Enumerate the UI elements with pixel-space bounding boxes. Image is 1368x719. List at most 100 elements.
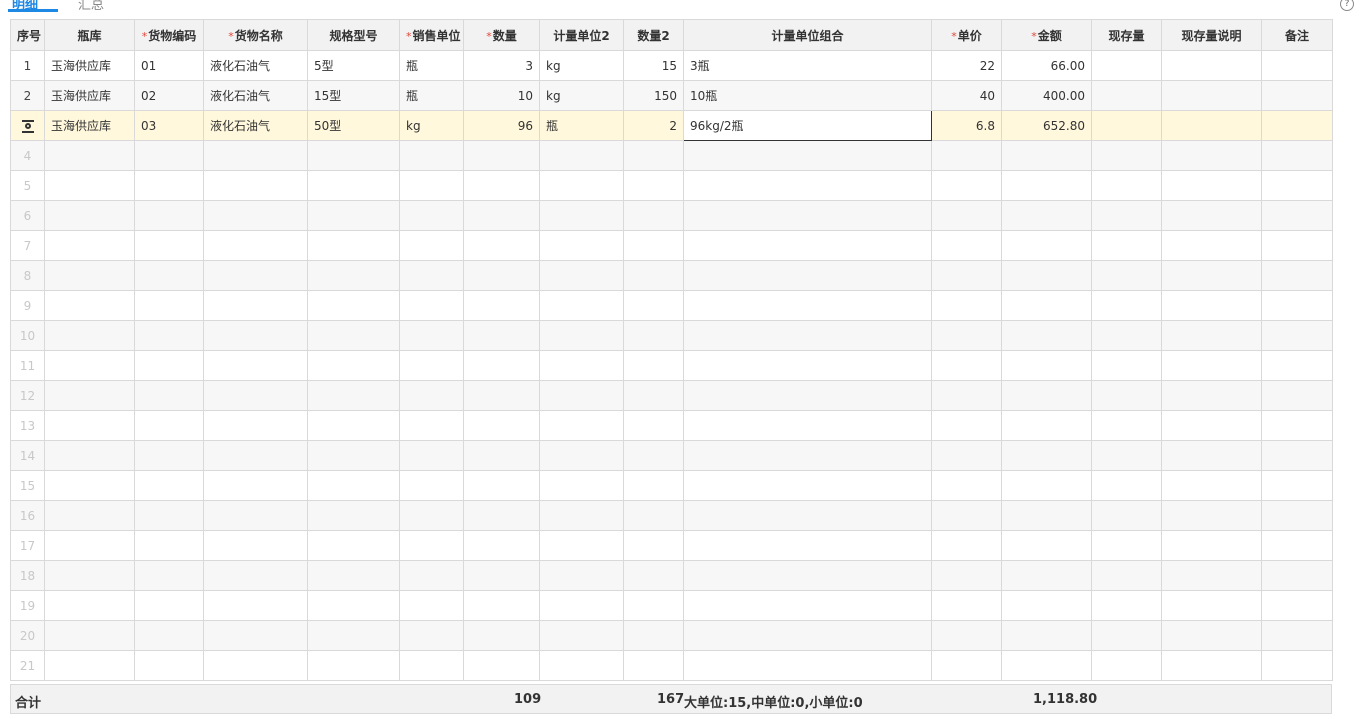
column-header[interactable]: 计量单位组合 bbox=[683, 19, 932, 51]
empty-cell[interactable] bbox=[1001, 140, 1092, 171]
empty-cell[interactable] bbox=[399, 650, 464, 681]
empty-cell[interactable] bbox=[463, 500, 540, 531]
cell-qty2[interactable]: 15 bbox=[623, 50, 684, 81]
empty-cell[interactable] bbox=[1091, 260, 1162, 291]
empty-cell[interactable] bbox=[463, 230, 540, 261]
empty-cell[interactable] bbox=[623, 320, 684, 351]
empty-cell[interactable] bbox=[1091, 470, 1162, 501]
empty-cell[interactable] bbox=[683, 380, 932, 411]
column-header[interactable]: *销售单位 bbox=[399, 19, 464, 51]
empty-cell[interactable] bbox=[1161, 530, 1262, 561]
empty-cell[interactable] bbox=[1261, 230, 1333, 261]
empty-cell[interactable] bbox=[1091, 140, 1162, 171]
cell-name[interactable]: 液化石油气 bbox=[203, 80, 308, 111]
cell-warehouse[interactable]: 玉海供应库 bbox=[44, 110, 135, 141]
empty-cell[interactable] bbox=[1261, 320, 1333, 351]
empty-cell[interactable] bbox=[463, 380, 540, 411]
column-header[interactable]: 规格型号 bbox=[307, 19, 400, 51]
empty-cell[interactable] bbox=[1161, 470, 1262, 501]
lightbulb-icon[interactable]: ? bbox=[1340, 0, 1354, 11]
empty-cell[interactable] bbox=[463, 470, 540, 501]
empty-cell[interactable] bbox=[623, 470, 684, 501]
empty-cell[interactable] bbox=[1001, 500, 1092, 531]
column-header[interactable]: 瓶库 bbox=[44, 19, 135, 51]
empty-cell[interactable] bbox=[1261, 470, 1333, 501]
empty-cell[interactable] bbox=[1001, 230, 1092, 261]
empty-cell[interactable] bbox=[1261, 170, 1333, 201]
empty-cell[interactable] bbox=[623, 170, 684, 201]
empty-cell[interactable] bbox=[203, 500, 308, 531]
empty-cell[interactable] bbox=[307, 380, 400, 411]
empty-cell[interactable] bbox=[683, 140, 932, 171]
table-row[interactable]: 20 bbox=[10, 620, 1333, 651]
cell-spec[interactable]: 50型 bbox=[307, 110, 400, 141]
empty-cell[interactable] bbox=[134, 410, 204, 441]
empty-cell[interactable] bbox=[463, 410, 540, 441]
cell-stock[interactable] bbox=[1091, 110, 1162, 141]
empty-cell[interactable] bbox=[931, 200, 1002, 231]
empty-cell[interactable] bbox=[539, 650, 624, 681]
cell-qty2[interactable]: 150 bbox=[623, 80, 684, 111]
cell-remark[interactable] bbox=[1261, 50, 1333, 81]
empty-cell[interactable] bbox=[399, 620, 464, 651]
empty-cell[interactable] bbox=[623, 500, 684, 531]
empty-cell[interactable] bbox=[399, 170, 464, 201]
empty-cell[interactable] bbox=[307, 650, 400, 681]
empty-cell[interactable] bbox=[399, 260, 464, 291]
empty-cell[interactable] bbox=[44, 650, 135, 681]
cell-code[interactable]: 01 bbox=[134, 50, 204, 81]
empty-cell[interactable] bbox=[203, 440, 308, 471]
empty-cell[interactable] bbox=[399, 530, 464, 561]
cell-amount[interactable]: 652.80 bbox=[1001, 110, 1092, 141]
empty-cell[interactable] bbox=[931, 350, 1002, 381]
empty-cell[interactable] bbox=[1001, 440, 1092, 471]
empty-cell[interactable] bbox=[203, 350, 308, 381]
table-row[interactable]: 9 bbox=[10, 290, 1333, 321]
empty-cell[interactable] bbox=[683, 320, 932, 351]
empty-cell[interactable] bbox=[931, 650, 1002, 681]
cell-stock-note[interactable] bbox=[1161, 50, 1262, 81]
empty-cell[interactable] bbox=[1091, 290, 1162, 321]
table-row[interactable]: 14 bbox=[10, 440, 1333, 471]
empty-cell[interactable] bbox=[44, 230, 135, 261]
empty-cell[interactable] bbox=[463, 620, 540, 651]
empty-cell[interactable] bbox=[44, 350, 135, 381]
table-row[interactable]: 12 bbox=[10, 380, 1333, 411]
empty-cell[interactable] bbox=[683, 230, 932, 261]
empty-cell[interactable] bbox=[307, 350, 400, 381]
empty-cell[interactable] bbox=[307, 320, 400, 351]
empty-cell[interactable] bbox=[463, 290, 540, 321]
empty-cell[interactable] bbox=[307, 200, 400, 231]
empty-cell[interactable] bbox=[203, 530, 308, 561]
empty-cell[interactable] bbox=[134, 650, 204, 681]
column-header[interactable]: *数量 bbox=[463, 19, 540, 51]
empty-cell[interactable] bbox=[623, 620, 684, 651]
cell-remark[interactable] bbox=[1261, 80, 1333, 111]
empty-cell[interactable] bbox=[1161, 230, 1262, 261]
empty-cell[interactable] bbox=[539, 320, 624, 351]
empty-cell[interactable] bbox=[539, 500, 624, 531]
empty-cell[interactable] bbox=[463, 560, 540, 591]
empty-cell[interactable] bbox=[1161, 590, 1262, 621]
table-row[interactable]: 4 bbox=[10, 140, 1333, 171]
empty-cell[interactable] bbox=[1091, 380, 1162, 411]
empty-cell[interactable] bbox=[307, 440, 400, 471]
empty-cell[interactable] bbox=[683, 260, 932, 291]
empty-cell[interactable] bbox=[307, 620, 400, 651]
cell-combo[interactable]: 10瓶 bbox=[683, 80, 932, 111]
empty-cell[interactable] bbox=[44, 290, 135, 321]
cell-warehouse[interactable]: 玉海供应库 bbox=[44, 80, 135, 111]
empty-cell[interactable] bbox=[1161, 440, 1262, 471]
empty-cell[interactable] bbox=[539, 350, 624, 381]
empty-cell[interactable] bbox=[1091, 170, 1162, 201]
empty-cell[interactable] bbox=[683, 200, 932, 231]
cell-price[interactable]: 6.8 bbox=[931, 110, 1002, 141]
empty-cell[interactable] bbox=[683, 620, 932, 651]
empty-cell[interactable] bbox=[134, 200, 204, 231]
empty-cell[interactable] bbox=[931, 140, 1002, 171]
empty-cell[interactable] bbox=[44, 320, 135, 351]
empty-cell[interactable] bbox=[931, 260, 1002, 291]
empty-cell[interactable] bbox=[1161, 350, 1262, 381]
empty-cell[interactable] bbox=[399, 230, 464, 261]
empty-cell[interactable] bbox=[134, 500, 204, 531]
